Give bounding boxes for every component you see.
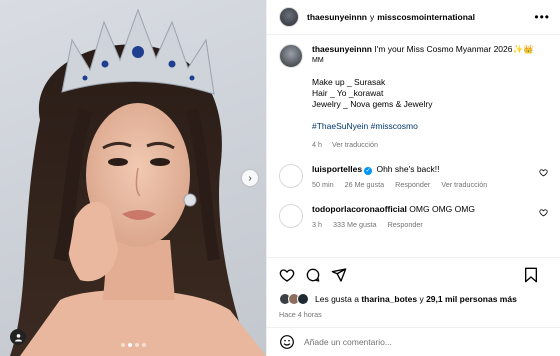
crown-emoji: 👑 [523,44,534,54]
post-header: thaesunyeinnn y misscosmointernational ••• [267,0,560,35]
commenter-username[interactable]: todoporlacoronaofficial [312,204,407,214]
author-avatar[interactable] [279,7,299,27]
save-button[interactable] [524,267,538,283]
slide-dot [141,343,146,347]
commenter-avatar[interactable] [279,204,303,228]
emoji-icon[interactable] [279,334,295,350]
photo-illustration [10,8,266,356]
comment-item: todoporlacoronaofficial OMG OMG OMG 3 h … [279,204,548,230]
comment-input[interactable] [304,337,548,347]
see-translation-link[interactable]: Ver traducción [332,140,378,149]
likes-middle: y [419,294,424,304]
reply-button[interactable]: Responder [395,180,430,189]
collaborator-username[interactable]: misscosmointernational [377,12,475,22]
post-sidebar: thaesunyeinnn y misscosmointernational •••… [266,0,560,356]
caption-hashtags[interactable]: #ThaeSuNyein #misscosmo [312,121,418,131]
post-actions: Les gusta a tharina_botes y 29,1 mil per… [267,257,560,319]
bookmark-icon [525,267,537,283]
commenter-avatar[interactable] [279,164,303,188]
slide-indicator [0,343,266,347]
comment-item: luisportelles ✓ Ohh she's back!! 50 min 2… [279,164,548,190]
caption: thaesunyeinnn I'm your Miss Cosmo Myanma… [279,44,548,150]
likes-user[interactable]: tharina_botes [361,294,417,304]
likes-others[interactable]: 29,1 mil personas más [426,294,517,304]
liker-avatar [297,293,309,305]
add-comment-bar [267,327,560,356]
likes-summary: Les gusta a tharina_botes y 29,1 mil per… [279,293,548,305]
author-username[interactable]: thaesunyeinnn [307,12,367,22]
caption-username[interactable]: thaesunyeinnn [312,44,372,54]
comments-scroll[interactable]: thaesunyeinnn I'm your Miss Cosmo Myanma… [267,36,560,249]
user-tag-icon [14,333,22,342]
comment-icon [306,268,320,282]
caption-credit: Hair _ Yo _korawat [312,88,384,98]
comment-button[interactable] [305,267,321,283]
comment-time: 3 h [312,220,322,229]
slide-dot [120,343,125,347]
caption-avatar[interactable] [279,44,303,68]
comment-text: OMG OMG OMG [409,204,475,214]
author-conjunction: y [369,12,375,22]
share-icon [331,268,347,282]
chevron-right-icon: › [248,172,252,184]
reply-button[interactable]: Responder [388,220,423,229]
commenter-username[interactable]: luisportelles [312,164,362,174]
post-photo[interactable]: › [0,0,266,356]
comment-text: Ohh she's back!! [376,164,440,174]
comment-likes[interactable]: 333 Me gusta [333,220,377,229]
next-slide-button[interactable]: › [242,170,258,186]
caption-body: thaesunyeinnn I'm your Miss Cosmo Myanma… [312,44,534,150]
post-authors: thaesunyeinnn y misscosmointernational [307,12,475,22]
post-viewer: › thaesunyeinnn y misscosmointernational •… [0,0,560,356]
heart-icon [279,269,295,282]
comment-meta: 3 h 333 Me gusta Responder [312,219,475,230]
caption-time: 4 h [312,140,322,149]
more-options-button[interactable]: ••• [534,11,550,23]
action-bar [279,264,548,286]
caption-credit: Make up _ Surasak [312,77,386,87]
comment-body: luisportelles ✓ Ohh she's back!! 50 min 2… [312,164,496,190]
verified-badge-icon: ✓ [364,167,373,175]
see-translation-link[interactable]: Ver traducción [441,180,487,189]
caption-credit: Jewelry _ Nova gems & Jewelry [312,99,433,109]
comment-time: 50 min [312,180,334,189]
caption-text: I'm your Miss Cosmo Myanmar 2026 [374,44,513,54]
heart-icon[interactable] [539,208,548,217]
slide-dot [134,343,139,347]
like-button[interactable] [279,267,295,283]
share-button[interactable] [331,267,347,283]
caption-meta: 4 h Ver traducción [312,139,534,150]
comment-meta: 50 min 26 Me gusta Responder Ver traducc… [312,179,496,190]
post-timestamp: Hace 4 horas [279,310,322,319]
liker-avatars [279,293,309,305]
comment-body: todoporlacoronaofficial OMG OMG OMG 3 h … [312,204,475,230]
slide-dot-active [127,343,132,347]
comment-likes[interactable]: 26 Me gusta [345,180,385,189]
heart-icon[interactable] [539,168,548,177]
sparkles-emoji: ✨ [512,44,524,54]
caption-suffix: MM [312,57,324,64]
likes-prefix: Les gusta a [315,294,359,304]
